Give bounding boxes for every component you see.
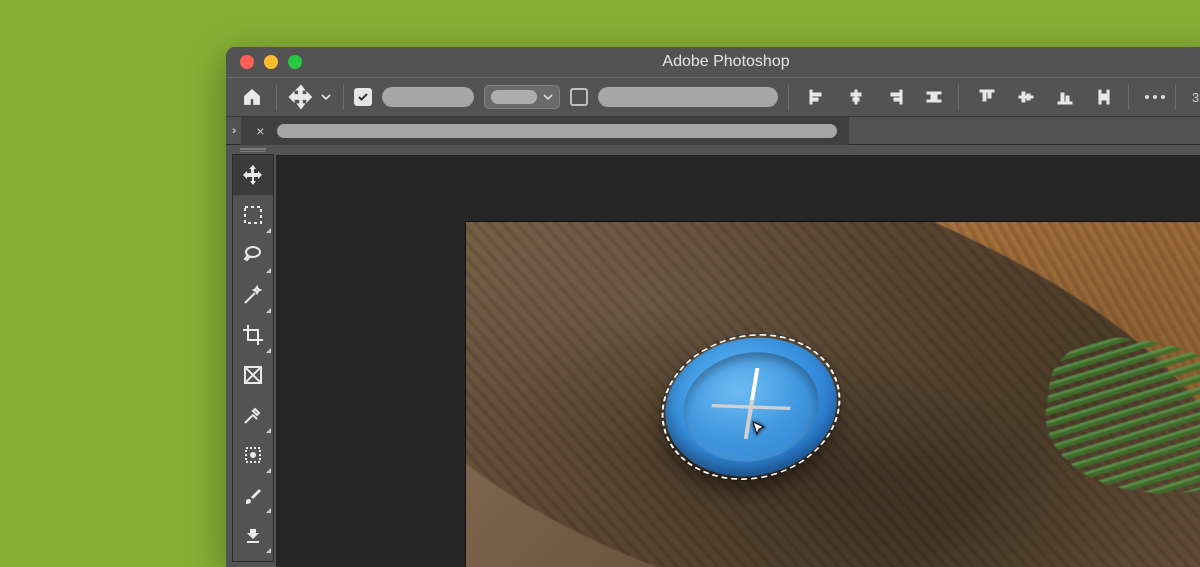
tools-panel [232, 155, 274, 562]
collapse-panels-button[interactable]: ›› [232, 125, 233, 137]
home-button[interactable] [238, 84, 266, 110]
mode-3d-label[interactable]: 3D [1192, 90, 1200, 105]
move-tool-icon[interactable] [287, 84, 315, 110]
move-cursor-icon [751, 420, 769, 438]
document-tabstrip: ›› × [226, 117, 1200, 145]
layer-select-dropdown[interactable] [484, 85, 560, 109]
divider [276, 84, 277, 110]
tool-preset-caret[interactable] [319, 92, 333, 102]
divider [343, 84, 344, 110]
document-tab[interactable]: × [241, 117, 849, 145]
clone-stamp-tool[interactable] [233, 515, 273, 555]
close-window-button[interactable] [240, 55, 254, 69]
marquee-tool[interactable] [233, 195, 273, 235]
window-controls [240, 55, 302, 69]
show-transform-checkbox[interactable] [570, 88, 588, 106]
eyedropper-tool[interactable] [233, 395, 273, 435]
document-tab-title [277, 124, 837, 138]
app-window: Adobe Photoshop [226, 47, 1200, 567]
align-top-button[interactable] [973, 84, 1001, 110]
overflow-menu-button[interactable] [1145, 95, 1165, 99]
align-horizontal-group [803, 84, 948, 110]
auto-select-mode[interactable] [382, 87, 474, 107]
frame-tool[interactable] [233, 355, 273, 395]
close-tab-button[interactable]: × [253, 123, 267, 139]
distribute-h-button[interactable] [920, 84, 948, 110]
show-transform-label [598, 87, 778, 107]
maximize-window-button[interactable] [288, 55, 302, 69]
titlebar: Adobe Photoshop [226, 47, 1200, 77]
align-right-button[interactable] [881, 84, 909, 110]
window-title: Adobe Photoshop [226, 53, 1200, 71]
crop-tool[interactable] [233, 315, 273, 355]
magic-wand-tool[interactable] [233, 275, 273, 315]
align-vertical-group [973, 84, 1118, 110]
chevron-down-icon [543, 92, 553, 102]
auto-select-checkbox[interactable] [354, 88, 372, 106]
brush-tool[interactable] [233, 475, 273, 515]
align-left-button[interactable] [803, 84, 831, 110]
spot-healing-tool[interactable] [233, 435, 273, 475]
divider [958, 84, 959, 110]
tool-preset-group [287, 84, 333, 110]
lasso-tool[interactable] [233, 235, 273, 275]
divider [1128, 84, 1129, 110]
align-bottom-button[interactable] [1051, 84, 1079, 110]
options-bar: 3D [226, 77, 1200, 117]
toolbar-grip[interactable] [232, 145, 274, 155]
divider [1175, 84, 1176, 110]
divider [788, 84, 789, 110]
distribute-v-button[interactable] [1090, 84, 1118, 110]
align-hcenter-button[interactable] [842, 84, 870, 110]
minimize-window-button[interactable] [264, 55, 278, 69]
document-canvas[interactable] [466, 222, 1200, 567]
align-vcenter-button[interactable] [1012, 84, 1040, 110]
canvas-area[interactable] [276, 155, 1200, 567]
move-tool[interactable] [233, 155, 273, 195]
